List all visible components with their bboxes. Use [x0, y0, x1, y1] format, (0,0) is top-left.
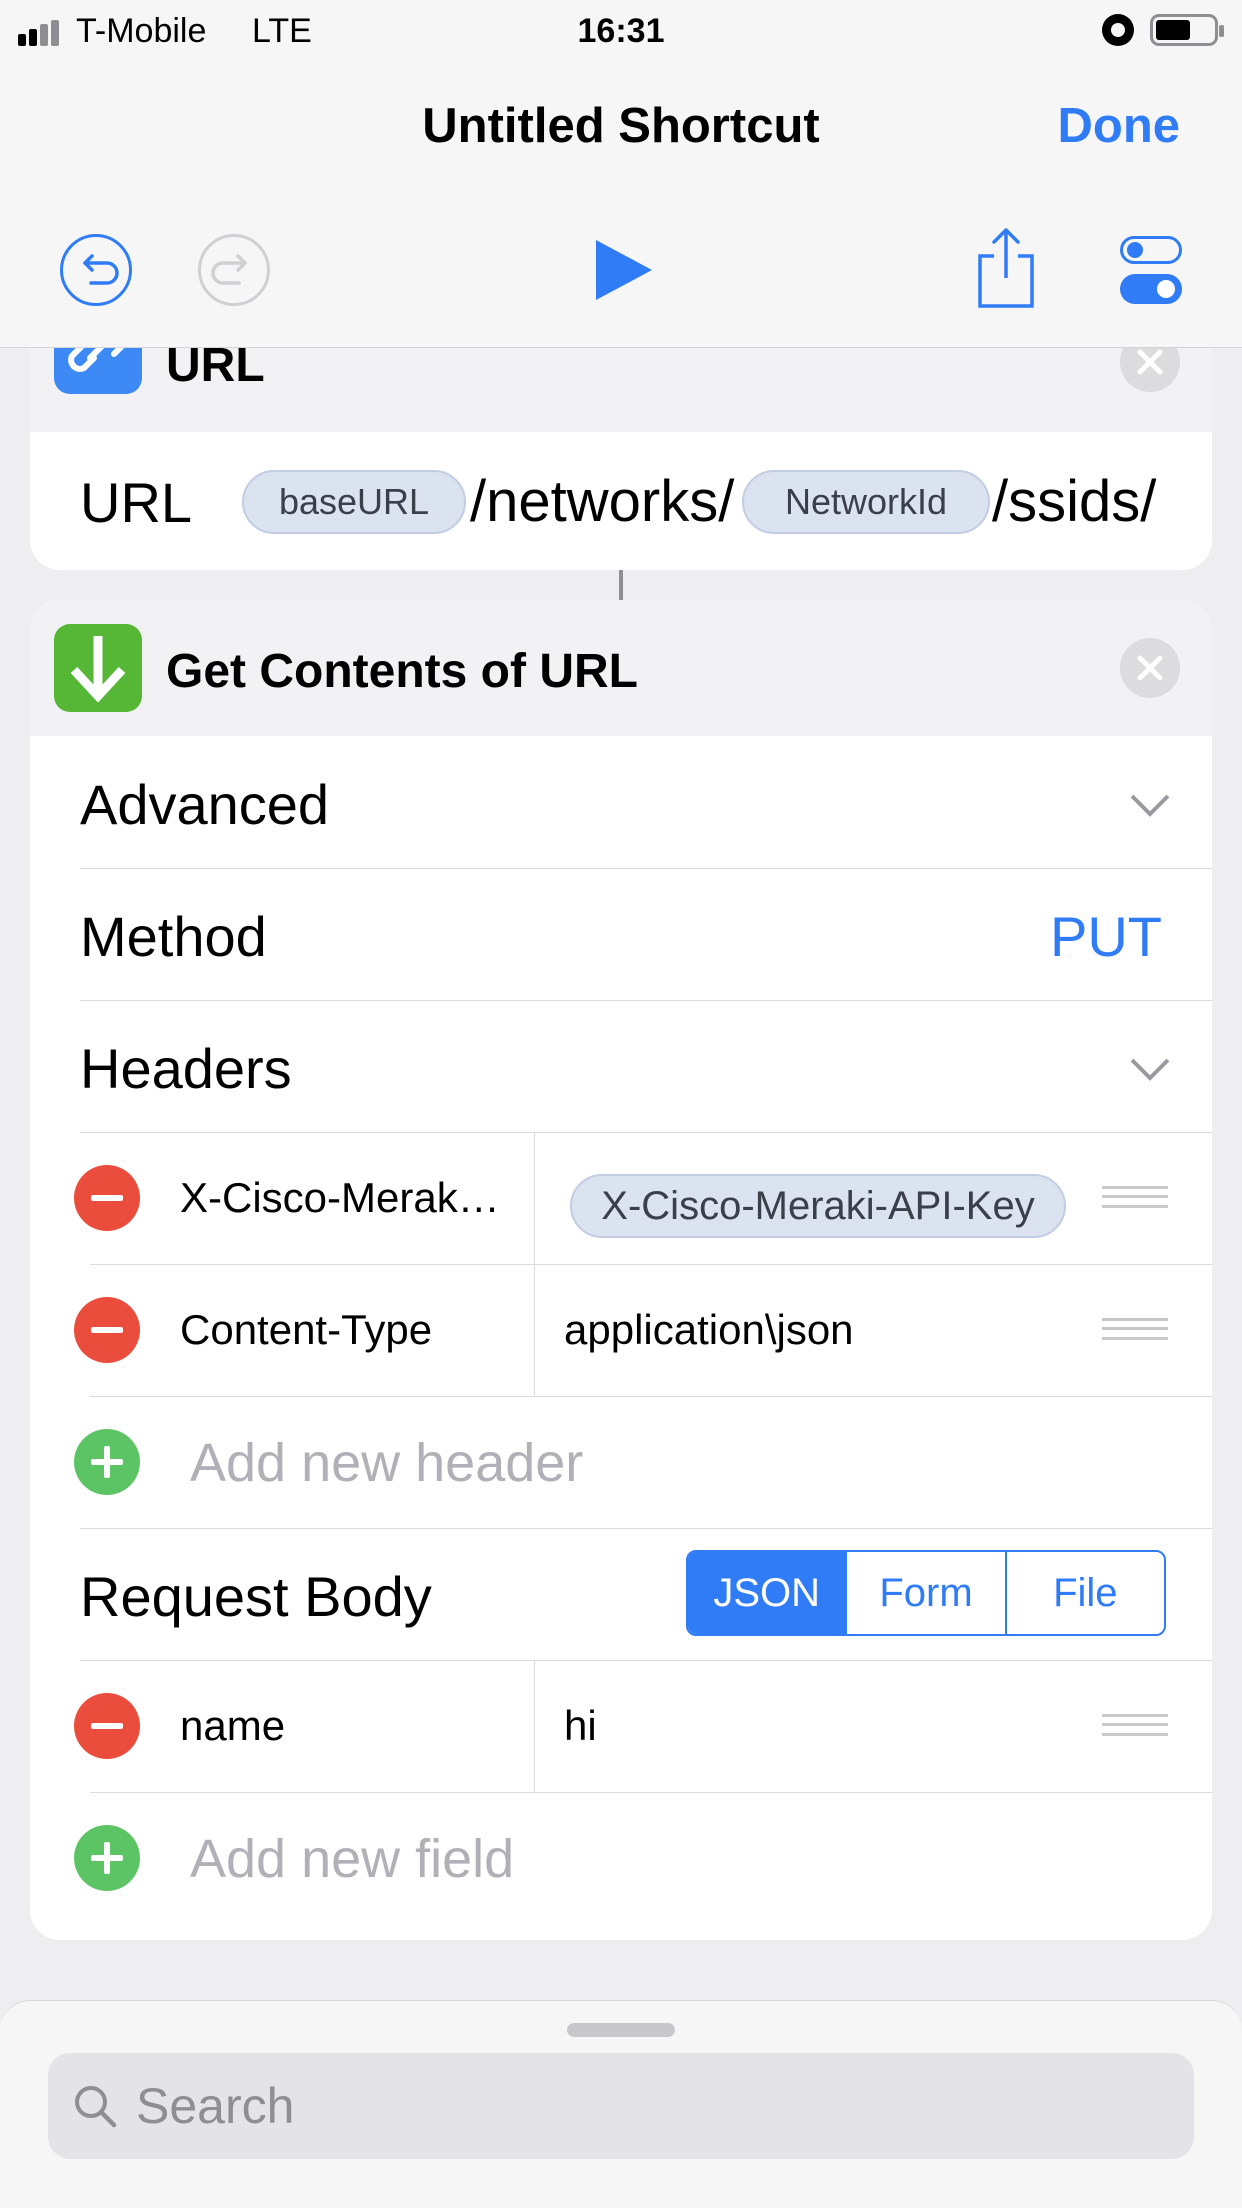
- action-search-sheet: Search: [0, 2000, 1242, 2208]
- advanced-label: Advanced: [80, 773, 330, 836]
- method-label: Method: [80, 905, 267, 968]
- get-contents-title: Get Contents of URL: [166, 645, 638, 698]
- url-field-row[interactable]: URL baseURL /networks/ NetworkId /ssids/: [30, 432, 1212, 570]
- request-body-row: Request Body JSON Form File: [30, 1528, 1212, 1660]
- method-value[interactable]: PUT: [1050, 904, 1162, 969]
- search-placeholder: Search: [136, 2078, 295, 2134]
- reorder-handle-icon[interactable]: [1102, 1186, 1168, 1208]
- header-key[interactable]: X-Cisco-Merak…: [180, 1174, 500, 1222]
- get-contents-card: Get Contents of URL Advanced Method PUT …: [30, 600, 1212, 1940]
- clock-label: 16:31: [577, 12, 665, 50]
- done-button[interactable]: Done: [1058, 98, 1181, 154]
- variable-token-networkid[interactable]: NetworkId: [742, 470, 990, 534]
- chevron-down-icon: [1130, 1058, 1170, 1081]
- add-field-row[interactable]: Add new field: [30, 1792, 1212, 1924]
- headers-label: Headers: [80, 1037, 292, 1100]
- search-input[interactable]: Search: [48, 2053, 1194, 2159]
- action-connector: [619, 570, 623, 600]
- url-text-segment: /ssids/: [992, 469, 1157, 534]
- page-title: Untitled Shortcut: [422, 99, 820, 153]
- download-arrow-icon: [54, 624, 142, 712]
- add-field-button[interactable]: [74, 1825, 140, 1891]
- search-icon: [75, 2086, 117, 2128]
- add-header-button[interactable]: [74, 1429, 140, 1495]
- variable-token-api-key[interactable]: X-Cisco-Meraki-API-Key: [570, 1174, 1066, 1238]
- header-key[interactable]: Content-Type: [180, 1306, 432, 1354]
- segment-file[interactable]: File: [1004, 1552, 1164, 1634]
- field-value[interactable]: hi: [564, 1702, 597, 1750]
- alarm-icon: [1102, 14, 1134, 46]
- url-field-label: URL: [80, 471, 193, 534]
- segment-json[interactable]: JSON: [688, 1552, 846, 1634]
- header-value[interactable]: application\json: [564, 1306, 854, 1354]
- url-text-segment: /networks/: [470, 469, 735, 534]
- top-bar: T-Mobile LTE 16:31 Untitled Shortcut Don…: [0, 0, 1242, 348]
- remove-header-button[interactable]: [74, 1297, 140, 1363]
- get-contents-header: Get Contents of URL: [30, 600, 1212, 736]
- remove-action-icon[interactable]: [1120, 638, 1180, 698]
- headers-row[interactable]: Headers: [30, 1000, 1212, 1132]
- add-field-label: Add new field: [190, 1829, 515, 1889]
- header-row: X-Cisco-Merak… X-Cisco-Meraki-API-Key: [30, 1132, 1212, 1264]
- add-header-row[interactable]: Add new header: [30, 1396, 1212, 1528]
- request-body-label: Request Body: [80, 1565, 432, 1628]
- remove-header-button[interactable]: [74, 1165, 140, 1231]
- sheet-grabber[interactable]: [567, 2023, 675, 2037]
- body-type-segmented-control: JSON Form File: [686, 1550, 1166, 1636]
- add-header-label: Add new header: [190, 1433, 584, 1493]
- advanced-row[interactable]: Advanced: [30, 736, 1212, 868]
- share-icon[interactable]: [974, 226, 1038, 310]
- undo-icon[interactable]: [60, 234, 132, 306]
- play-icon[interactable]: [594, 238, 654, 302]
- header-row: Content-Type application\json: [30, 1264, 1212, 1396]
- method-row[interactable]: Method PUT: [30, 868, 1212, 1000]
- remove-field-button[interactable]: [74, 1693, 140, 1759]
- reorder-handle-icon[interactable]: [1102, 1714, 1168, 1736]
- battery-icon: [1150, 14, 1224, 46]
- variable-token-baseurl[interactable]: baseURL: [242, 470, 466, 534]
- segment-form[interactable]: Form: [845, 1552, 1004, 1634]
- toggle-settings-icon[interactable]: [1120, 236, 1182, 304]
- body-field-row: name hi: [30, 1660, 1212, 1792]
- redo-icon[interactable]: [198, 234, 270, 306]
- field-key[interactable]: name: [180, 1702, 285, 1750]
- reorder-handle-icon[interactable]: [1102, 1318, 1168, 1340]
- chevron-down-icon: [1130, 794, 1170, 817]
